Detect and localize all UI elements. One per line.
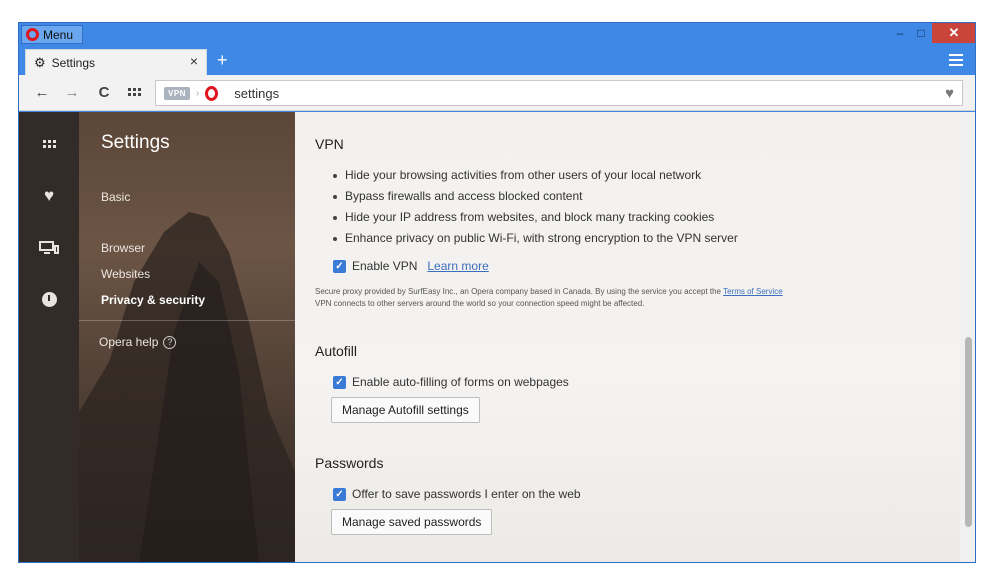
speed-dial-button[interactable] (125, 83, 143, 101)
new-tab-button[interactable]: + (217, 51, 228, 69)
history-icon[interactable] (37, 289, 61, 309)
tab-close-button[interactable]: × (190, 53, 198, 69)
tab-title: Settings (51, 55, 96, 70)
speed-dial-icon[interactable] (37, 134, 61, 154)
vpn-disclaimer: Secure proxy provided by SurfEasy Inc., … (315, 286, 915, 310)
nav-divider (79, 320, 295, 321)
back-button[interactable]: ← (33, 83, 51, 101)
enable-autofill-checkbox[interactable]: ✓ (333, 375, 346, 389)
manage-passwords-button[interactable]: Manage saved passwords (331, 509, 493, 535)
settings-main: VPN Hide your browsing activities from o… (295, 112, 960, 562)
learn-more-link[interactable]: Learn more (427, 259, 488, 273)
address-text[interactable]: settings (234, 86, 279, 101)
terms-of-service-link[interactable]: Terms of Service (723, 287, 783, 296)
vpn-badge[interactable]: VPN (164, 86, 190, 100)
help-icon: ? (163, 335, 177, 349)
settings-title: Settings (101, 132, 170, 153)
nav-item-browser[interactable]: Browser (101, 241, 145, 255)
vpn-section-title: VPN (315, 136, 344, 152)
list-item: Enhance privacy on public Wi-Fi, with st… (333, 231, 738, 252)
list-item: Hide your IP address from websites, and … (333, 210, 738, 231)
address-separator: › (195, 87, 200, 99)
nav-item-opera-help[interactable]: Opera help ? (99, 335, 177, 349)
address-bar[interactable]: VPN › settings ♥ (155, 80, 963, 106)
title-bar: Menu – □ ✕ (19, 23, 975, 47)
settings-nav-panel: Settings Basic Browser Websites Privacy … (79, 112, 295, 562)
nav-item-privacy-security[interactable]: Privacy & security (101, 293, 205, 307)
address-toolbar: ← → C VPN › settings ♥ (19, 75, 975, 111)
nav-item-basic[interactable]: Basic (101, 190, 130, 204)
opera-logo-icon (26, 28, 39, 41)
browser-window: Menu – □ ✕ ⚙ Settings × + ← → C VPN › se… (18, 22, 976, 563)
menu-label: Menu (43, 27, 74, 42)
vpn-note-text-2: VPN connects to other servers around the… (315, 299, 645, 308)
save-passwords-row: ✓ Offer to save passwords I enter on the… (333, 487, 581, 501)
bookmark-heart-icon[interactable]: ♥ (945, 85, 954, 102)
gear-icon: ⚙ (34, 54, 46, 70)
autofill-section-title: Autofill (315, 343, 358, 359)
manage-autofill-button[interactable]: Manage Autofill settings (331, 397, 480, 423)
heart-icon[interactable]: ♥ (37, 186, 61, 206)
forward-button[interactable]: → (63, 83, 81, 101)
opera-help-label: Opera help (99, 335, 159, 349)
grid-icon (127, 88, 141, 96)
scrollbar[interactable] (960, 112, 975, 562)
menu-button[interactable]: Menu (21, 25, 83, 44)
list-item: Bypass firewalls and access blocked cont… (333, 189, 738, 210)
tab-settings[interactable]: ⚙ Settings × (25, 49, 207, 75)
enable-autofill-label[interactable]: Enable auto-filling of forms on webpages (352, 375, 569, 389)
save-passwords-checkbox[interactable]: ✓ (333, 487, 346, 501)
enable-vpn-label[interactable]: Enable VPN (352, 259, 417, 273)
opera-page-icon (205, 85, 219, 101)
enable-vpn-checkbox[interactable]: ✓ (333, 259, 346, 273)
tab-menu-icon[interactable] (949, 54, 963, 69)
maximize-button[interactable]: □ (908, 23, 934, 43)
enable-vpn-row: ✓ Enable VPN Learn more (333, 259, 489, 273)
scrollbar-thumb[interactable] (965, 337, 972, 527)
list-item: Hide your browsing activities from other… (333, 168, 738, 189)
tab-bar: ⚙ Settings × + (19, 47, 975, 75)
reload-button[interactable]: C (95, 83, 113, 101)
vpn-note-text: Secure proxy provided by SurfEasy Inc., … (315, 287, 722, 296)
enable-autofill-row: ✓ Enable auto-filling of forms on webpag… (333, 375, 569, 389)
nav-item-websites[interactable]: Websites (101, 267, 150, 281)
settings-content: ♥ Settings Basic Browser Websites Privac… (19, 112, 975, 562)
devices-icon[interactable] (37, 238, 61, 258)
save-passwords-label[interactable]: Offer to save passwords I enter on the w… (352, 487, 581, 501)
sidebar-rail: ♥ (19, 112, 79, 562)
close-window-button[interactable]: ✕ (932, 23, 975, 43)
passwords-section-title: Passwords (315, 455, 384, 471)
vpn-feature-list: Hide your browsing activities from other… (333, 168, 738, 252)
